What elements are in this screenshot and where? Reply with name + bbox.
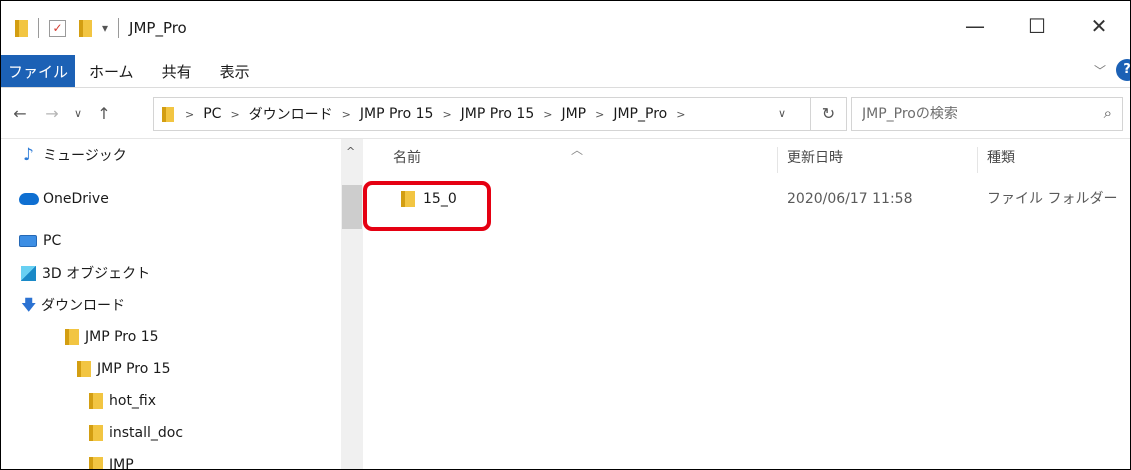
search-input[interactable] — [862, 106, 1092, 122]
breadcrumb-separator-icon[interactable]: > — [676, 108, 685, 121]
column-header-name[interactable]: 名前 — [393, 145, 421, 171]
cube-icon — [21, 265, 36, 281]
title-bar: ✓ ▾ JMP_Pro — ☐ ✕ — [1, 1, 1130, 55]
column-divider[interactable] — [977, 147, 978, 173]
breadcrumb-jmp[interactable]: JMP — [561, 106, 586, 122]
breadcrumb-jmp-pro-15-a[interactable]: JMP Pro 15 — [360, 106, 434, 122]
breadcrumb-separator-icon[interactable]: > — [342, 108, 351, 121]
properties-check-icon[interactable]: ✓ — [49, 19, 66, 37]
nav-item-label: JMP Pro 15 — [85, 329, 159, 345]
highlight-annotation-box — [363, 181, 491, 231]
breadcrumb-pc[interactable]: PC — [203, 106, 221, 122]
breadcrumb-separator-icon[interactable]: > — [442, 108, 451, 121]
nav-item-install-doc[interactable]: install_doc — [89, 417, 183, 449]
recent-locations-chevron-icon[interactable]: ∨ — [65, 107, 91, 120]
nav-item-label: hot_fix — [109, 393, 157, 409]
nav-item-jmp-pro-15-b[interactable]: JMP Pro 15 — [77, 353, 171, 385]
nav-item-label: ダウンロード — [41, 298, 125, 314]
nav-item-label: PC — [43, 233, 62, 249]
music-icon: ♪ — [23, 145, 34, 165]
folder-icon — [89, 425, 103, 441]
new-folder-icon[interactable] — [79, 19, 92, 37]
nav-item-label: install_doc — [109, 425, 184, 441]
help-icon[interactable]: ? — [1116, 59, 1130, 81]
file-modified: 2020/06/17 11:58 — [787, 191, 913, 207]
nav-item-music[interactable]: ♪ ミュージック — [23, 139, 127, 171]
navigation-bar: ← → ∨ ↑ > PC > ダウンロード > JMP Pro 15 > JMP… — [1, 87, 1130, 139]
scroll-up-icon[interactable]: ^ — [346, 145, 355, 158]
nav-item-pc[interactable]: PC — [19, 225, 61, 257]
nav-pane-scrollbar[interactable]: ^ — [341, 139, 363, 469]
column-header-modified[interactable]: 更新日時 — [787, 145, 843, 171]
tab-share[interactable]: 共有 — [148, 55, 206, 87]
nav-item-label: OneDrive — [43, 191, 109, 207]
nav-item-downloads[interactable]: 🡇 ダウンロード — [21, 289, 125, 321]
navigation-pane: ♪ ミュージック OneDrive PC 3D オブジェクト 🡇 ダウンロード … — [1, 139, 341, 470]
sort-ascending-icon: ︿ — [571, 143, 584, 157]
nav-item-label: ミュージック — [43, 148, 127, 164]
maximize-button[interactable]: ☐ — [1006, 11, 1068, 41]
nav-item-label: 3D オブジェクト — [42, 266, 151, 282]
pc-icon — [19, 235, 37, 247]
breadcrumb-separator-icon[interactable]: > — [595, 108, 604, 121]
nav-item-onedrive[interactable]: OneDrive — [19, 183, 109, 215]
nav-item-jmp[interactable]: JMP — [89, 449, 134, 470]
file-list-pane: ︿ 名前 更新日時 種類 15_0 2020/06/17 11:58 ファイル … — [363, 139, 1130, 469]
folder-icon — [65, 329, 79, 345]
scroll-thumb[interactable] — [342, 185, 362, 229]
address-bar[interactable]: > PC > ダウンロード > JMP Pro 15 > JMP Pro 15 … — [153, 97, 847, 131]
toolbar-divider — [38, 18, 39, 38]
tab-home[interactable]: ホーム — [75, 55, 148, 87]
address-dropdown-icon[interactable]: ∨ — [778, 98, 786, 130]
close-button[interactable]: ✕ — [1068, 11, 1130, 41]
folder-icon — [77, 361, 91, 377]
breadcrumb-jmp-pro[interactable]: JMP_Pro — [613, 106, 667, 122]
forward-arrow-icon[interactable]: → — [39, 104, 65, 123]
back-arrow-icon[interactable]: ← — [7, 104, 33, 123]
breadcrumb-separator-icon[interactable]: > — [185, 108, 194, 121]
breadcrumb-separator-icon[interactable]: > — [230, 108, 239, 121]
window-title: JMP_Pro — [129, 19, 187, 37]
breadcrumb-downloads[interactable]: ダウンロード — [249, 104, 333, 124]
search-box[interactable]: ⌕ — [851, 97, 1123, 131]
column-divider[interactable] — [777, 147, 778, 173]
customize-dropdown-icon[interactable]: ▾ — [102, 21, 108, 35]
window-controls: — ☐ ✕ — [944, 11, 1130, 41]
ribbon-tabs: ファイル ホーム 共有 表示 ﹀ ? — [1, 55, 1130, 87]
folder-icon — [89, 457, 103, 469]
nav-item-jmp-pro-15-a[interactable]: JMP Pro 15 — [65, 321, 159, 353]
quick-access-toolbar: ✓ ▾ JMP_Pro — [1, 1, 187, 55]
tab-view[interactable]: 表示 — [206, 55, 264, 87]
search-icon[interactable]: ⌕ — [1104, 104, 1112, 122]
ribbon-right: ﹀ ? — [1094, 59, 1130, 81]
breadcrumb-jmp-pro-15-b[interactable]: JMP Pro 15 — [461, 106, 535, 122]
nav-item-3d-objects[interactable]: 3D オブジェクト — [21, 257, 150, 289]
folder-icon — [89, 393, 103, 409]
column-header-type[interactable]: 種類 — [987, 145, 1015, 171]
expand-ribbon-icon[interactable]: ﹀ — [1094, 62, 1106, 79]
explorer-window: ✓ ▾ JMP_Pro — ☐ ✕ ファイル ホーム 共有 表示 ﹀ ? ← →… — [0, 0, 1131, 470]
tab-file[interactable]: ファイル — [1, 55, 75, 87]
refresh-icon[interactable]: ↻ — [810, 98, 846, 130]
toolbar-divider — [118, 18, 120, 38]
location-folder-icon — [162, 106, 174, 122]
cloud-icon — [19, 193, 39, 205]
nav-item-label: JMP — [109, 457, 134, 470]
folder-icon — [15, 19, 28, 37]
file-type: ファイル フォルダー — [987, 191, 1118, 207]
nav-item-label: JMP Pro 15 — [97, 361, 171, 377]
breadcrumb-separator-icon[interactable]: > — [543, 108, 552, 121]
minimize-button[interactable]: — — [944, 11, 1006, 41]
up-arrow-icon[interactable]: ↑ — [91, 104, 117, 123]
nav-item-hot-fix[interactable]: hot_fix — [89, 385, 156, 417]
download-icon: 🡇 — [21, 296, 37, 314]
